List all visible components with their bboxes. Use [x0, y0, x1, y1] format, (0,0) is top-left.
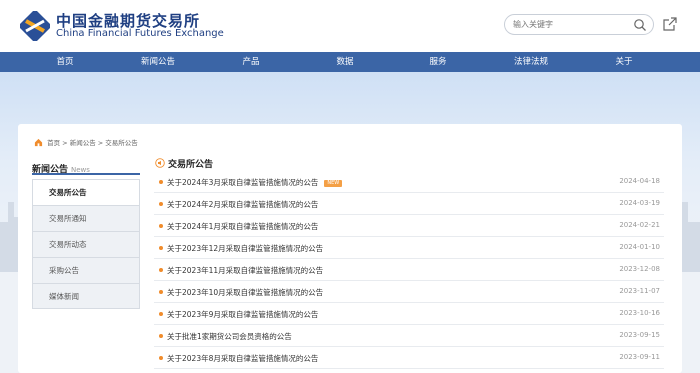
nav-item-data[interactable]: 数据: [315, 52, 375, 72]
list-item[interactable]: 关于2024年3月采取自律监管措施情况的公告 NEW 2024-04-18: [154, 171, 664, 193]
cffex-logo-icon: [20, 11, 50, 41]
bullet-dot: [159, 268, 163, 272]
sidebar-item-exchange-news[interactable]: 交易所动态: [32, 231, 140, 257]
announcement-date: 2023-12-08: [619, 265, 660, 273]
breadcrumb-separator: >: [62, 139, 68, 147]
announcement-title[interactable]: 关于批准1家期货公司会员资格的公告: [167, 331, 292, 342]
search-icon[interactable]: [633, 18, 647, 32]
content-panel: 首页 > 新闻公告 > 交易所公告 新闻公告 News 交易所公告 交易所通知 交…: [18, 124, 682, 373]
cffex-logo[interactable]: 中国金融期货交易所 China Financial Futures Exchan…: [20, 9, 224, 43]
bullet-dot: [159, 334, 163, 338]
breadcrumb-separator: >: [97, 139, 104, 147]
nav-item-services[interactable]: 服务: [408, 52, 468, 72]
breadcrumb: 首页 > 新闻公告 > 交易所公告: [34, 137, 138, 149]
new-badge: NEW: [324, 180, 343, 187]
nav-item-home[interactable]: 首页: [35, 52, 95, 72]
list-item[interactable]: 关于2023年9月采取自律监管措施情况的公告 2023-10-16: [154, 303, 664, 325]
breadcrumb-home-link[interactable]: 首页: [47, 139, 60, 147]
bullet-dot: [159, 356, 163, 360]
bullet-dot: [159, 290, 163, 294]
announcement-list: 关于2024年3月采取自律监管措施情况的公告 NEW 2024-04-18 关于2…: [154, 171, 664, 369]
list-item[interactable]: 关于2023年8月采取自律监管措施情况的公告 2023-09-11: [154, 347, 664, 369]
sidebar-title-en: News: [71, 166, 90, 174]
announcement-title[interactable]: 关于2023年11月采取自律监管措施情况的公告: [167, 265, 323, 276]
list-item[interactable]: 关于2023年12月采取自律监管措施情况的公告 2024-01-10: [154, 237, 664, 259]
list-item[interactable]: 关于2023年10月采取自律监管措施情况的公告 2023-11-07: [154, 281, 664, 303]
nav-item-about[interactable]: 关于: [594, 52, 654, 72]
top-header: 中国金融期货交易所 China Financial Futures Exchan…: [0, 0, 700, 52]
announcement-title[interactable]: 关于2023年8月采取自律监管措施情况的公告: [167, 353, 318, 364]
announcement-date: 2023-09-15: [619, 331, 660, 339]
bullet-dot: [159, 312, 163, 316]
announcement-title[interactable]: 关于2024年1月采取自律监管措施情况的公告: [167, 221, 318, 232]
announcement-date: 2024-01-10: [619, 243, 660, 251]
announcement-title[interactable]: 关于2023年9月采取自律监管措施情况的公告: [167, 309, 318, 320]
list-item[interactable]: 关于批准1家期货公司会员资格的公告 2023-09-15: [154, 325, 664, 347]
speaker-icon: [155, 158, 165, 168]
announcement-title[interactable]: 关于2024年2月采取自律监管措施情况的公告: [167, 199, 318, 210]
search-box[interactable]: [504, 14, 654, 35]
share-icon[interactable]: [662, 16, 678, 32]
sidebar-menu: 交易所公告 交易所通知 交易所动态 采购公告 媒体新闻: [32, 179, 140, 309]
sidebar-title: 新闻公告 News: [32, 157, 140, 175]
logo-english-name: China Financial Futures Exchange: [56, 28, 224, 39]
announcement-date: 2024-02-21: [619, 221, 660, 229]
sidebar-item-exchange-announcements[interactable]: 交易所公告: [32, 179, 140, 205]
list-item[interactable]: 关于2024年1月采取自律监管措施情况的公告 2024-02-21: [154, 215, 664, 237]
nav-item-products[interactable]: 产品: [221, 52, 281, 72]
breadcrumb-news-link[interactable]: 新闻公告: [70, 139, 96, 147]
announcement-date: 2024-03-19: [619, 199, 660, 207]
list-heading: 交易所公告: [155, 157, 664, 171]
announcement-date: 2023-11-07: [619, 287, 660, 295]
announcement-date: 2024-04-18: [619, 177, 660, 185]
nav-item-news[interactable]: 新闻公告: [128, 52, 188, 72]
announcement-title[interactable]: 关于2023年10月采取自律监管措施情况的公告: [167, 287, 323, 298]
announcement-title[interactable]: 关于2023年12月采取自律监管措施情况的公告: [167, 243, 323, 254]
sidebar-item-media-news[interactable]: 媒体新闻: [32, 283, 140, 309]
announcement-date: 2023-09-11: [619, 353, 660, 361]
bullet-dot: [159, 202, 163, 206]
sidebar-item-exchange-notices[interactable]: 交易所通知: [32, 205, 140, 231]
home-icon: [34, 138, 43, 147]
announcement-title[interactable]: 关于2024年3月采取自律监管措施情况的公告: [167, 178, 318, 187]
bullet-dot: [159, 224, 163, 228]
bullet-dot: [159, 180, 163, 184]
main-nav: 首页 新闻公告 产品 数据 服务 法律法规 关于: [0, 52, 700, 72]
bullet-dot: [159, 246, 163, 250]
breadcrumb-current: 交易所公告: [105, 139, 138, 147]
nav-item-regulations[interactable]: 法律法规: [501, 52, 561, 72]
sidebar-title-cn: 新闻公告: [32, 165, 69, 175]
list-item[interactable]: 关于2024年2月采取自律监管措施情况的公告 2024-03-19: [154, 193, 664, 215]
announcement-date: 2023-10-16: [619, 309, 660, 317]
list-heading-text: 交易所公告: [168, 160, 214, 170]
list-item[interactable]: 关于2023年11月采取自律监管措施情况的公告 2023-12-08: [154, 259, 664, 281]
search-input[interactable]: [513, 17, 631, 32]
sidebar-item-procurement[interactable]: 采购公告: [32, 257, 140, 283]
